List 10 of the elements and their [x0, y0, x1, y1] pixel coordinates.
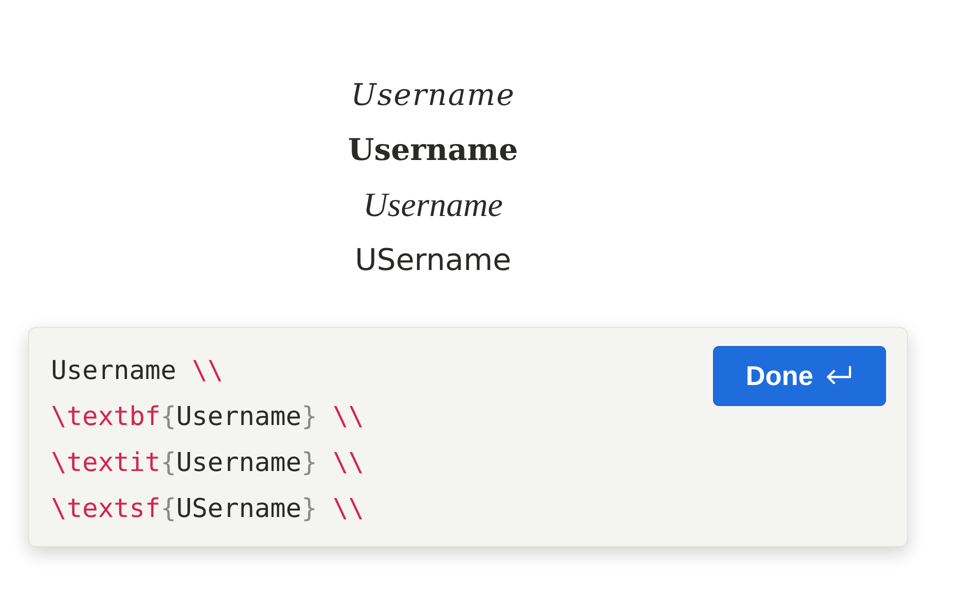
code-line: \textsf{USername} \\ — [51, 493, 364, 526]
rendered-text: Username — [348, 132, 518, 170]
code-line: \textit{Username} \\ — [51, 447, 364, 480]
code-line: \textbf{Username} \\ — [51, 401, 364, 434]
rendered-text: Username — [363, 186, 503, 226]
rendered-text: USername — [354, 242, 512, 280]
done-button[interactable]: Done — [713, 346, 886, 406]
enter-icon — [825, 365, 854, 387]
code-line: Username \\ — [51, 355, 224, 388]
rendered-text: Username — [350, 77, 516, 115]
